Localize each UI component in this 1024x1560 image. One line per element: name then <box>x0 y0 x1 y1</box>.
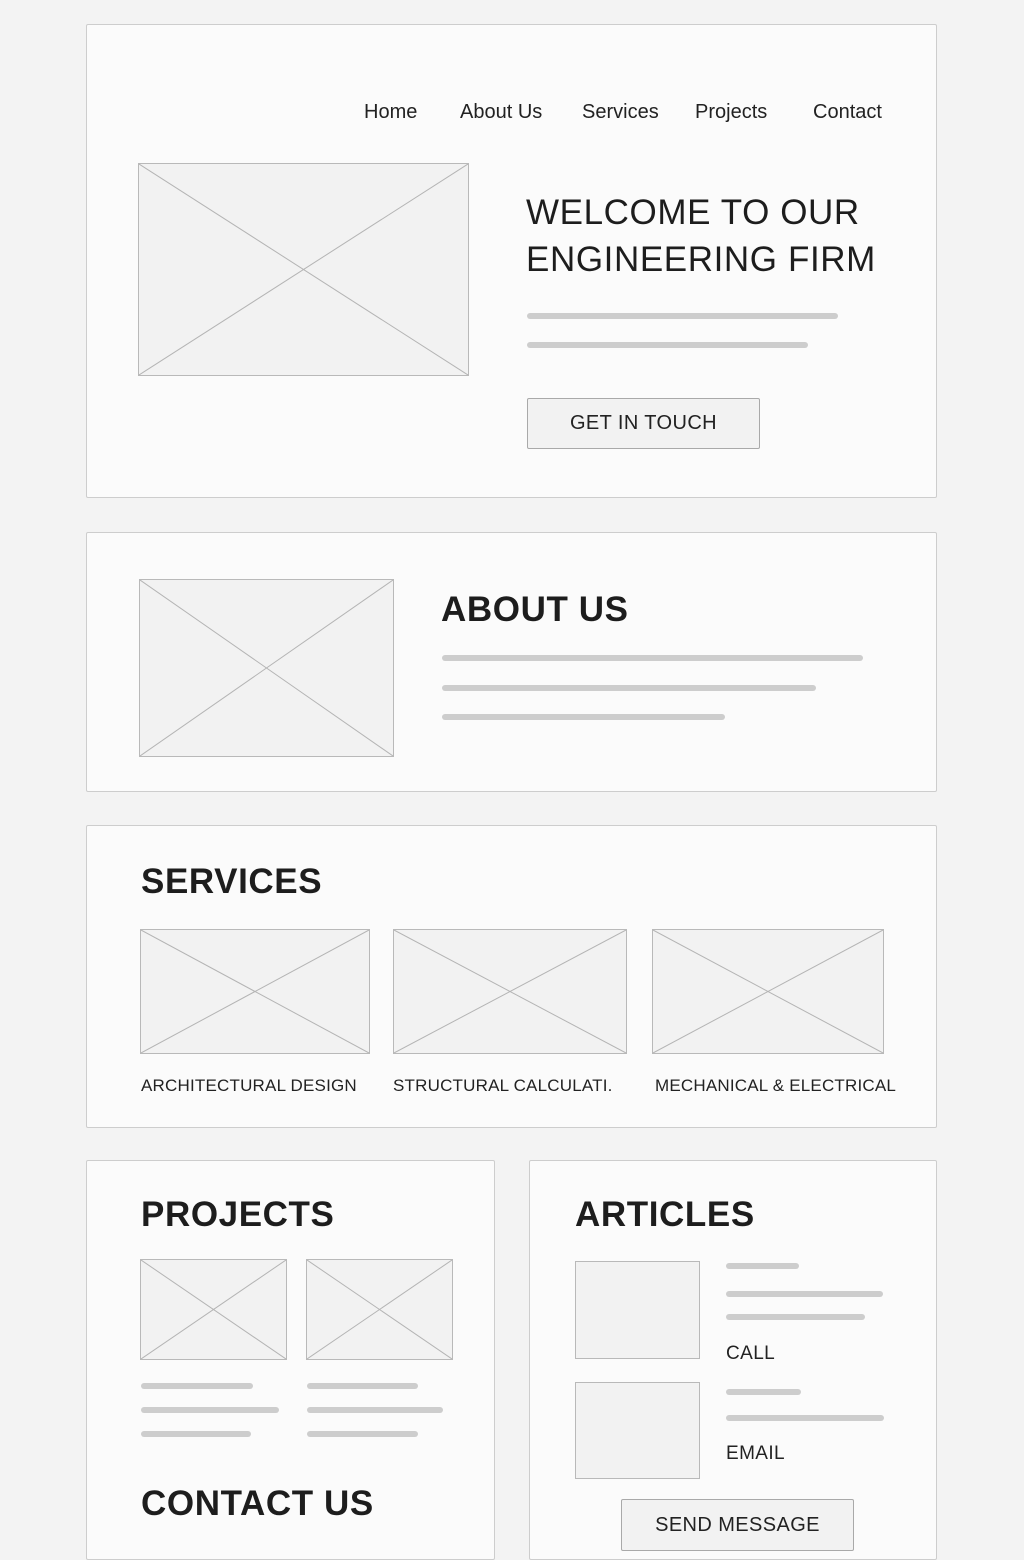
hero-title-line-1: WELCOME TO OUR <box>526 193 860 232</box>
nav-projects-link[interactable]: Projects <box>695 99 767 125</box>
hero-text-line <box>527 342 808 348</box>
about-text-line <box>442 685 816 691</box>
projects-section: PROJECTS CONTACT US <box>86 1160 495 1560</box>
service-image-placeholder <box>652 929 884 1054</box>
articles-section: ARTICLES CALL EMAIL SEND MESSAGE <box>529 1160 937 1560</box>
about-text-line <box>442 714 725 720</box>
hero-section: Home About Us Services Projects Contact … <box>86 24 937 498</box>
article-image-placeholder <box>575 1261 700 1359</box>
nav-about-us-link[interactable]: About Us <box>460 99 542 125</box>
hero-text-line <box>527 313 838 319</box>
articles-title: ARTICLES <box>575 1195 755 1234</box>
project-image-placeholder <box>140 1259 287 1360</box>
article-text-line <box>726 1263 799 1269</box>
nav-home-link[interactable]: Home <box>364 99 417 125</box>
projects-title: PROJECTS <box>141 1195 335 1234</box>
about-section: ABOUT US <box>86 532 937 792</box>
hero-image-placeholder <box>138 163 469 376</box>
nav-services-link[interactable]: Services <box>582 99 659 125</box>
nav-contact-link[interactable]: Contact <box>813 99 882 125</box>
article-text-line <box>726 1314 865 1320</box>
service-caption-architectural: ARCHITECTURAL DESIGN <box>141 1076 357 1095</box>
contact-title: CONTACT US <box>141 1484 374 1523</box>
project-text-line <box>307 1431 418 1437</box>
project-text-line <box>141 1407 279 1413</box>
about-text-line <box>442 655 863 661</box>
project-text-line <box>307 1407 443 1413</box>
services-section: SERVICES ARCHITECTURAL DESIGN STRUCTURAL… <box>86 825 937 1128</box>
call-label: CALL <box>726 1343 776 1364</box>
hero-title-line-2: ENGINEERING FIRM <box>526 240 876 279</box>
about-image-placeholder <box>139 579 394 757</box>
article-image-placeholder <box>575 1382 700 1479</box>
service-image-placeholder <box>393 929 627 1054</box>
project-text-line <box>141 1383 253 1389</box>
get-in-touch-button[interactable]: GET IN TOUCH <box>527 398 760 449</box>
service-image-placeholder <box>140 929 370 1054</box>
project-text-line <box>141 1431 251 1437</box>
project-image-placeholder <box>306 1259 453 1360</box>
about-title: ABOUT US <box>441 590 629 629</box>
project-text-line <box>307 1383 418 1389</box>
article-text-line <box>726 1291 883 1297</box>
services-title: SERVICES <box>141 862 323 901</box>
service-caption-mechanical: MECHANICAL & ELECTRICAL <box>655 1076 897 1095</box>
send-message-button[interactable]: SEND MESSAGE <box>621 1499 854 1551</box>
email-label: EMAIL <box>726 1443 786 1464</box>
service-caption-structural: STRUCTURAL CALCULATI. <box>393 1076 613 1095</box>
article-text-line <box>726 1389 801 1395</box>
article-text-line <box>726 1415 884 1421</box>
